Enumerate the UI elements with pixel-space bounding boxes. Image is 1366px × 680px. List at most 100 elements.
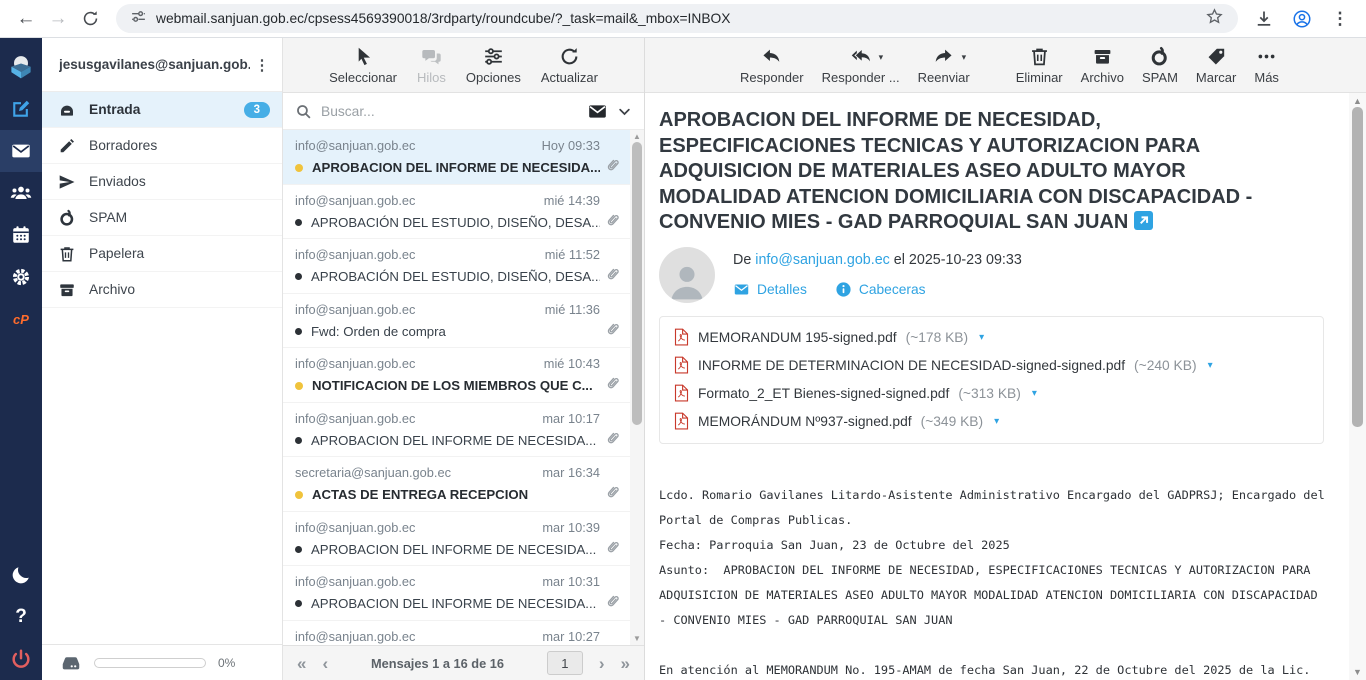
hilos-button[interactable]: Hilos	[417, 45, 446, 85]
folder-item-spam[interactable]: SPAM	[42, 200, 282, 236]
url-text[interactable]: webmail.sanjuan.gob.ec/cpsess4569390018/…	[156, 11, 1196, 26]
attachment-item[interactable]: Formato_2_ET Bienes-signed-signed.pdf(~3…	[674, 380, 1309, 408]
profile-icon[interactable]	[1286, 3, 1318, 35]
trash-icon	[58, 245, 76, 263]
details-link[interactable]: Detalles	[733, 281, 807, 298]
pdf-file-icon	[674, 412, 689, 431]
dark-mode-button[interactable]	[0, 554, 42, 596]
responder-button[interactable]: ▾Responder ...	[822, 45, 900, 85]
prev-page-icon[interactable]: ‹	[322, 655, 328, 672]
compose-button[interactable]	[0, 88, 42, 130]
message-list-item[interactable]: info@sanjuan.gob.ecmar 10:17APROBACION D…	[283, 403, 630, 458]
search-bar	[283, 93, 644, 130]
toolbar-button-label: Opciones	[466, 70, 521, 85]
attachment-size: (~240 KB)	[1134, 358, 1197, 373]
open-in-new-window-icon[interactable]	[1134, 211, 1153, 230]
message-subject: APROBACION DEL INFORME DE NECESIDA...	[311, 591, 600, 616]
headers-link[interactable]: Cabeceras	[835, 281, 926, 298]
trash-icon	[1029, 45, 1050, 67]
eliminar-button[interactable]: Eliminar	[1016, 45, 1063, 85]
mail-nav-button[interactable]	[0, 130, 42, 172]
address-bar[interactable]: webmail.sanjuan.gob.ec/cpsess4569390018/…	[116, 4, 1238, 33]
message-list-item[interactable]: info@sanjuan.gob.ecmar 10:39APROBACION D…	[283, 512, 630, 567]
message-sender: info@sanjuan.gob.ec	[295, 409, 415, 428]
browser-forward-icon[interactable]: →	[42, 3, 74, 35]
dropdown-caret-icon: ▾	[879, 52, 884, 63]
attachment-menu-caret-icon[interactable]: ▾	[1032, 388, 1037, 399]
account-menu-icon[interactable]: ⋮	[250, 56, 274, 74]
scrollbar-thumb[interactable]	[1352, 107, 1363, 427]
message-list-item[interactable]: info@sanjuan.gob.ec mar 10:27	[283, 621, 630, 646]
body-paragraph: En atención al MEMORANDUM No. 195-AMAM d…	[659, 658, 1326, 680]
message-list-item[interactable]: info@sanjuan.gob.ecmié 11:52APROBACIÓN D…	[283, 239, 630, 294]
attachment-name[interactable]: MEMORÁNDUM Nº937-signed.pdf	[698, 414, 912, 429]
cpanel-button[interactable]: cP	[0, 298, 42, 340]
message-list-item[interactable]: info@sanjuan.gob.ecHoy 09:33APROBACION D…	[283, 130, 630, 185]
attachment-item[interactable]: MEMORANDUM 195-signed.pdf(~178 KB)▾	[674, 324, 1309, 352]
attachment-name[interactable]: MEMORANDUM 195-signed.pdf	[698, 330, 897, 345]
seleccionar-button[interactable]: Seleccionar	[329, 45, 397, 85]
folder-item-archivo[interactable]: Archivo	[42, 272, 282, 308]
attachment-name[interactable]: INFORME DE DETERMINACION DE NECESIDAD-si…	[698, 358, 1125, 373]
reenviar-button[interactable]: ▾Reenviar	[918, 45, 970, 85]
attachment-name[interactable]: Formato_2_ET Bienes-signed-signed.pdf	[698, 386, 949, 401]
message-date: mié 11:36	[545, 300, 600, 319]
browser-back-icon[interactable]: ←	[10, 3, 42, 35]
archivo-button[interactable]: Archivo	[1081, 45, 1124, 85]
m-s-button[interactable]: Más	[1254, 45, 1279, 85]
scroll-down-icon[interactable]: ▼	[1349, 667, 1366, 677]
opciones-button[interactable]: Opciones	[466, 45, 521, 85]
bookmark-star-icon[interactable]	[1205, 7, 1224, 31]
folder-item-borradores[interactable]: Borradores	[42, 128, 282, 164]
scroll-down-icon[interactable]: ▼	[630, 634, 644, 643]
quota-row: 0%	[42, 644, 282, 680]
attachment-menu-caret-icon[interactable]: ▾	[979, 332, 984, 343]
scroll-up-icon[interactable]: ▲	[630, 132, 644, 141]
downloads-icon[interactable]	[1248, 3, 1280, 35]
actualizar-button[interactable]: Actualizar	[541, 45, 598, 85]
next-page-icon[interactable]: ›	[599, 655, 605, 672]
message-sender: info@sanjuan.gob.ec	[295, 627, 415, 646]
marcar-button[interactable]: Marcar	[1196, 45, 1236, 85]
settings-nav-button[interactable]	[0, 256, 42, 298]
logout-button[interactable]	[0, 638, 42, 680]
last-page-icon[interactable]: »	[621, 655, 630, 672]
site-settings-icon[interactable]	[130, 8, 147, 30]
page-number-input[interactable]: 1	[547, 651, 583, 675]
unread-dot-icon	[295, 491, 303, 499]
browser-reload-icon[interactable]	[74, 3, 106, 35]
message-list-item[interactable]: secretaria@sanjuan.gob.ecmar 16:34ACTAS …	[283, 457, 630, 512]
toolbar-button-label: Seleccionar	[329, 70, 397, 85]
folder-item-enviados[interactable]: Enviados	[42, 164, 282, 200]
folder-item-papelera[interactable]: Papelera	[42, 236, 282, 272]
scrollbar-thumb[interactable]	[632, 142, 642, 425]
cursor-icon	[353, 45, 374, 67]
calendar-nav-button[interactable]	[0, 214, 42, 256]
message-date: mar 10:27	[542, 627, 600, 646]
search-options-chevron-icon[interactable]	[617, 104, 632, 119]
message-sender: info@sanjuan.gob.ec	[295, 354, 415, 373]
folder-item-entrada[interactable]: Entrada3	[42, 92, 282, 128]
message-list-item[interactable]: info@sanjuan.gob.ecmié 10:43NOTIFICACION…	[283, 348, 630, 403]
first-page-icon[interactable]: «	[297, 655, 306, 672]
search-scope-icon[interactable]	[587, 101, 608, 122]
attachment-item[interactable]: MEMORÁNDUM Nº937-signed.pdf(~349 KB)▾	[674, 408, 1309, 436]
message-list-item[interactable]: info@sanjuan.gob.ecmar 10:31APROBACION D…	[283, 566, 630, 621]
from-email-link[interactable]: info@sanjuan.gob.ec	[755, 252, 890, 268]
attachment-menu-caret-icon[interactable]: ▾	[994, 416, 999, 427]
spam-button[interactable]: SPAM	[1142, 45, 1178, 85]
contacts-nav-button[interactable]	[0, 172, 42, 214]
message-list-item[interactable]: info@sanjuan.gob.ecmié 11:36Fwd: Orden d…	[283, 294, 630, 349]
browser-menu-icon[interactable]: ⋮	[1324, 3, 1356, 35]
help-button[interactable]: ?	[0, 596, 42, 638]
attachment-menu-caret-icon[interactable]: ▾	[1208, 360, 1213, 371]
search-input[interactable]	[321, 104, 578, 119]
read-dot-icon	[295, 437, 302, 444]
scroll-up-icon[interactable]: ▲	[1349, 96, 1366, 106]
attachment-item[interactable]: INFORME DE DETERMINACION DE NECESIDAD-si…	[674, 352, 1309, 380]
message-list-item[interactable]: info@sanjuan.gob.ecmié 14:39APROBACIÓN D…	[283, 185, 630, 240]
mail-content: APROBACION DEL INFORME DE NECESIDAD, ESP…	[645, 93, 1366, 680]
message-date: mar 10:39	[542, 518, 600, 537]
responder-button[interactable]: Responder	[740, 45, 804, 85]
archive-icon	[1092, 45, 1113, 67]
